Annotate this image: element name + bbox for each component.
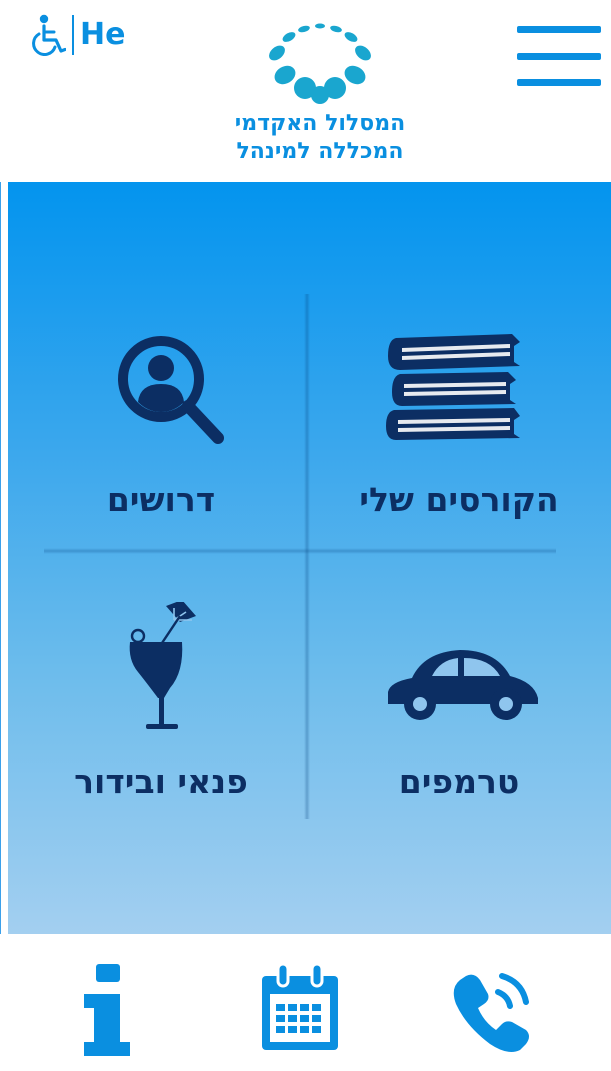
tile-label-jobs: דרושים (106, 480, 216, 519)
accessibility-language-bar: He (30, 14, 125, 56)
menu-bar (517, 26, 601, 33)
tile-rides[interactable]: טרמפים (314, 592, 604, 852)
tile-jobs[interactable]: דרושים (16, 312, 306, 572)
search-person-icon (118, 336, 224, 444)
cocktail-icon (129, 602, 196, 729)
logo-dots-icon (269, 23, 371, 104)
wheelchair-icon[interactable] (30, 14, 66, 56)
hamburger-menu-icon[interactable] (517, 26, 601, 86)
menu-bar (517, 79, 601, 86)
divider (72, 15, 74, 55)
header: He המסלול האקדמי המכללה למינהל (0, 0, 611, 182)
logo-text-line1: המסלול האקדמי (234, 111, 406, 136)
tile-my-courses[interactable]: הקורסים שלי (314, 312, 604, 572)
language-toggle[interactable]: He (80, 20, 125, 50)
info-icon[interactable] (78, 964, 138, 1058)
menu-bar (517, 52, 601, 60)
tile-label-my-courses: הקורסים שלי (359, 480, 559, 519)
main-panel: הקורסים שלי דרושים טרמפים פנאי ובידור (8, 182, 611, 934)
bottom-toolbar (0, 934, 611, 1071)
tile-label-rides: טרמפים (398, 762, 520, 801)
calendar-icon[interactable] (258, 964, 344, 1054)
car-icon (388, 650, 538, 720)
tile-label-leisure: פנאי ובידור (74, 762, 248, 801)
tile-leisure[interactable]: פנאי ובידור (16, 592, 306, 852)
books-icon (386, 334, 520, 440)
college-logo: המסלול האקדמי המכללה למינהל (200, 20, 440, 166)
logo-text-line2: המכללה למינהל (236, 139, 404, 164)
phone-icon[interactable] (446, 966, 536, 1056)
